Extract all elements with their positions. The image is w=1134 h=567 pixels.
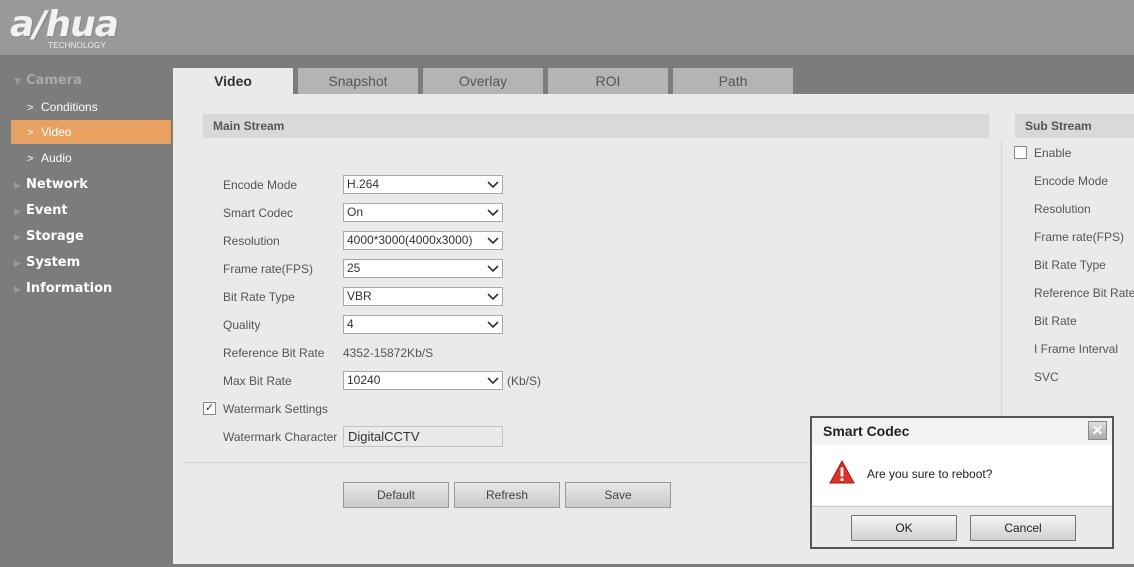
header-bar: a/hua TECHNOLOGY xyxy=(0,0,1134,55)
frame-rate-select[interactable]: 25 xyxy=(343,259,503,278)
quality-label: Quality xyxy=(223,318,261,332)
tab-roi[interactable]: ROI xyxy=(548,68,668,94)
watermark-character-label: Watermark Character xyxy=(223,430,338,444)
tab-snapshot[interactable]: Snapshot xyxy=(298,68,418,94)
sub-reference-bit-rate-label: Reference Bit Rate xyxy=(1034,286,1134,300)
frame-rate-label: Frame rate(FPS) xyxy=(223,262,314,276)
dialog-body: Are you sure to reboot? xyxy=(812,445,1112,505)
default-button[interactable]: Default xyxy=(343,482,449,508)
chevron-down-icon xyxy=(487,377,499,385)
chevron-right-icon: > xyxy=(27,102,34,114)
sidebar-category-network[interactable]: ▶ Network xyxy=(14,177,88,192)
tab-video[interactable]: Video xyxy=(173,68,293,94)
max-bit-rate-select[interactable]: 10240 xyxy=(343,371,503,390)
max-bit-rate-label: Max Bit Rate xyxy=(223,374,292,388)
tab-overlay[interactable]: Overlay xyxy=(423,68,543,94)
sidebar-category-storage[interactable]: ▶ Storage xyxy=(14,229,84,244)
sidebar-item-conditions[interactable]: > Conditions xyxy=(11,95,171,119)
dialog-title: Smart Codec xyxy=(812,418,1112,444)
chevron-down-icon xyxy=(487,209,499,217)
sub-stream-header: Sub Stream xyxy=(1015,114,1134,138)
tab-path[interactable]: Path xyxy=(673,68,793,94)
chevron-right-icon: > xyxy=(27,127,34,139)
cancel-button[interactable]: Cancel xyxy=(970,515,1076,541)
sidebar-category-label: Camera xyxy=(26,73,82,88)
encode-mode-select[interactable]: H.264 xyxy=(343,175,503,194)
smart-codec-select[interactable]: On xyxy=(343,203,503,222)
max-bit-rate-value: 10240 xyxy=(347,373,381,387)
triangle-right-icon: ▶ xyxy=(14,259,21,269)
chevron-down-icon xyxy=(486,232,500,249)
chevron-down-icon xyxy=(487,181,499,189)
chevron-down-icon xyxy=(487,293,499,301)
sub-bit-rate-label: Bit Rate xyxy=(1034,314,1077,328)
chevron-down-icon xyxy=(487,265,499,273)
logo-brand: a/hua xyxy=(10,4,119,45)
sidebar-category-label: Event xyxy=(26,203,68,218)
dialog-message: Are you sure to reboot? xyxy=(867,467,993,481)
stream-divider xyxy=(1001,140,1002,420)
sidebar-category-information[interactable]: ▶ Information xyxy=(14,281,112,296)
dialog-footer: OK Cancel xyxy=(812,506,1112,547)
sidebar-item-label: Conditions xyxy=(41,100,98,114)
sidebar-category-label: Network xyxy=(26,177,88,192)
smart-codec-value: On xyxy=(347,205,364,219)
resolution-label: Resolution xyxy=(223,234,280,248)
encode-mode-value: H.264 xyxy=(347,177,380,191)
sidebar-item-video[interactable]: > Video xyxy=(11,120,171,144)
triangle-right-icon: ▶ xyxy=(14,207,21,217)
sub-stream-enable-label: Enable xyxy=(1034,146,1072,160)
sub-resolution-label: Resolution xyxy=(1034,202,1091,216)
sub-bit-rate-type-label: Bit Rate Type xyxy=(1034,258,1106,272)
reference-bit-rate-label: Reference Bit Rate xyxy=(223,346,325,360)
quality-value: 4 xyxy=(347,317,354,331)
sidebar-category-system[interactable]: ▶ System xyxy=(14,255,80,270)
chevron-down-icon xyxy=(487,321,499,329)
bit-rate-type-label: Bit Rate Type xyxy=(223,290,295,304)
smart-codec-label: Smart Codec xyxy=(223,206,294,220)
sidebar-item-label: Audio xyxy=(41,151,72,165)
sub-frame-rate-label: Frame rate(FPS) xyxy=(1034,230,1125,244)
sidebar-category-event[interactable]: ▶ Event xyxy=(14,203,68,218)
watermark-character-input[interactable]: DigitalCCTV xyxy=(343,426,503,447)
sidebar-category-label: Information xyxy=(26,281,113,296)
sidebar: ▼ Camera > Conditions > Video > Audio ▶ Netwo… xyxy=(0,55,173,567)
watermark-checkbox[interactable]: ✓ xyxy=(203,402,216,415)
encode-mode-label: Encode Mode xyxy=(223,178,298,192)
bit-rate-type-select[interactable]: VBR xyxy=(343,287,503,306)
triangle-right-icon: ▶ xyxy=(14,285,21,295)
main-stream-header: Main Stream xyxy=(203,114,989,138)
max-bit-rate-unit: (Kb/S) xyxy=(507,374,542,388)
logo-subtitle: TECHNOLOGY xyxy=(48,41,107,50)
resolution-select[interactable]: 4000*3000(4000x3000) xyxy=(343,231,503,250)
save-button[interactable]: Save xyxy=(565,482,671,508)
sub-svc-label: SVC xyxy=(1034,370,1059,384)
quality-select[interactable]: 4 xyxy=(343,315,503,334)
chevron-right-icon: > xyxy=(27,153,34,165)
triangle-right-icon: ▶ xyxy=(14,181,21,191)
sidebar-category-label: System xyxy=(26,255,81,270)
dahua-logo: a/hua TECHNOLOGY xyxy=(10,4,155,52)
sidebar-category-camera[interactable]: ▼ Camera xyxy=(14,73,82,88)
resolution-value: 4000*3000(4000x3000) xyxy=(347,233,473,247)
bit-rate-type-value: VBR xyxy=(347,289,372,303)
frame-rate-value: 25 xyxy=(347,261,361,275)
warning-icon xyxy=(829,459,855,484)
ok-button[interactable]: OK xyxy=(851,515,957,541)
sidebar-item-label: Video xyxy=(41,125,72,139)
sidebar-item-audio[interactable]: > Audio xyxy=(11,146,171,170)
sub-stream-enable-checkbox[interactable] xyxy=(1014,146,1027,159)
sidebar-category-label: Storage xyxy=(26,229,84,244)
reference-bit-rate-value: 4352-15872Kb/S xyxy=(343,346,434,360)
close-icon[interactable]: ✕ xyxy=(1088,421,1107,440)
refresh-button[interactable]: Refresh xyxy=(454,482,560,508)
sub-encode-mode-label: Encode Mode xyxy=(1034,174,1109,188)
watermark-settings-label: Watermark Settings xyxy=(223,402,328,416)
triangle-right-icon: ▶ xyxy=(14,233,21,243)
triangle-down-icon: ▼ xyxy=(14,77,21,87)
sub-i-frame-interval-label: I Frame Interval xyxy=(1034,342,1119,356)
smart-codec-dialog: Smart Codec ✕ Are you sure to reboot? OK… xyxy=(810,416,1114,549)
